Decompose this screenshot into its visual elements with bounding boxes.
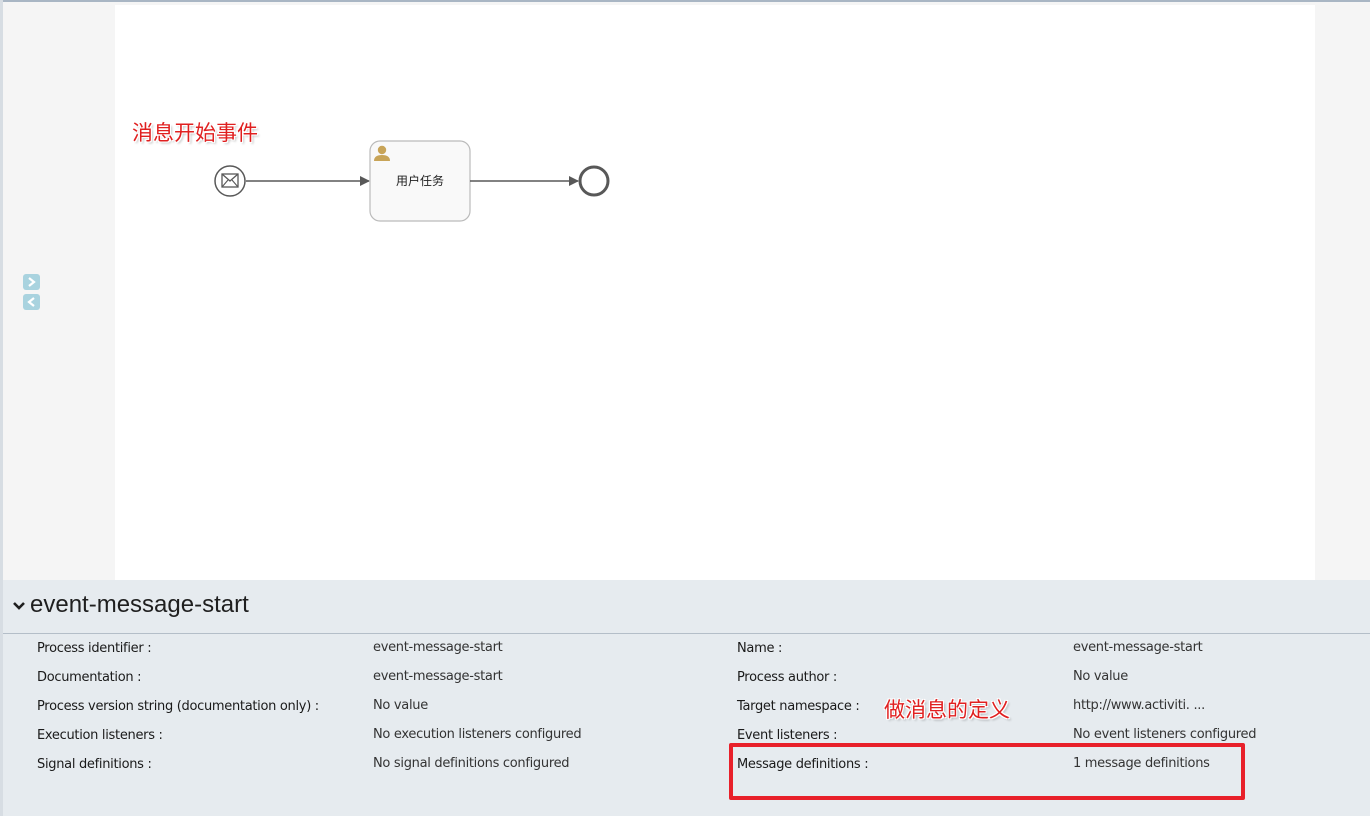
process-title: event-message-start [30,591,249,618]
prop-label-process-author: Process author : [737,670,837,685]
highlight-box [729,743,1245,800]
prop-label-documentation: Documentation : [37,670,142,685]
prop-label-event-listeners: Event listeners : [737,728,838,743]
annotation-message-definition: 做消息的定义 [884,698,1010,722]
prop-label-execution-listeners: Execution listeners : [37,728,163,743]
user-task-label: 用户任务 [395,174,444,188]
prop-label-name: Name : [737,641,783,656]
prop-label-signal-definitions: Signal definitions : [37,757,152,772]
prop-label-process-identifier: Process identifier : [37,641,152,656]
message-start-event[interactable] [214,165,246,197]
prop-value-event-listeners[interactable]: No event listeners configured [1073,727,1256,742]
prop-value-process-identifier[interactable]: event-message-start [373,640,503,655]
prop-value-execution-listeners[interactable]: No execution listeners configured [373,727,582,742]
end-event[interactable] [578,165,610,197]
prop-value-name[interactable]: event-message-start [1073,640,1203,655]
envelope-icon [221,173,239,188]
annotation-message-start: 消息开始事件 [132,121,258,145]
prop-value-signal-definitions[interactable]: No signal definitions configured [373,756,570,771]
prop-label-target-namespace: Target namespace : [737,699,860,714]
chevron-down-icon[interactable] [12,600,26,612]
bpmn-diagram [214,140,610,222]
prop-value-documentation[interactable]: event-message-start [373,669,503,684]
prop-label-version-string: Process version string (documentation on… [37,699,319,714]
prop-value-version-string[interactable]: No value [373,698,428,713]
properties-header[interactable]: event-message-start [3,580,1370,634]
prop-value-process-author[interactable]: No value [1073,669,1128,684]
prop-value-target-namespace[interactable]: http://www.activiti. ... [1073,698,1205,713]
